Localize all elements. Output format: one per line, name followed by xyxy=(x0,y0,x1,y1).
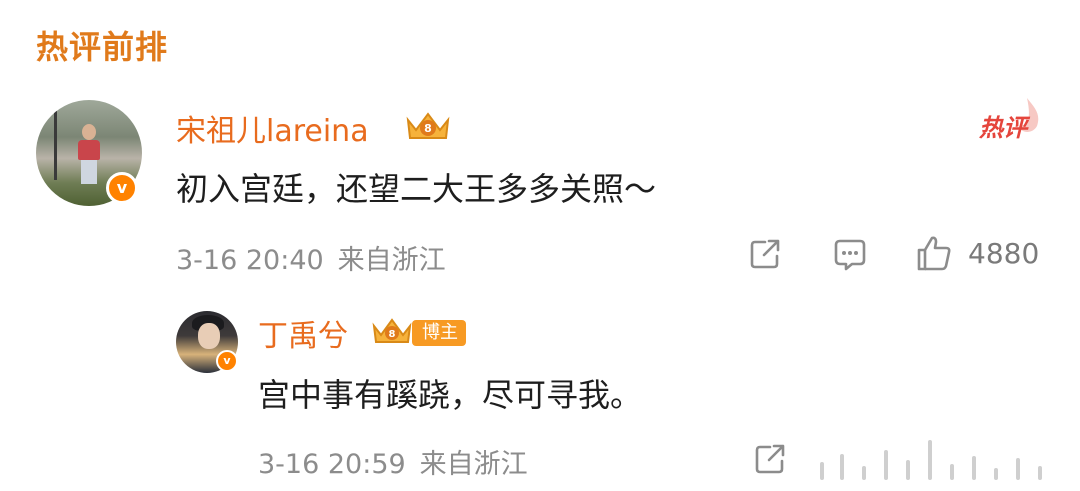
svg-text:8: 8 xyxy=(389,329,396,340)
avatar-photo-figure xyxy=(78,124,100,184)
share-icon[interactable] xyxy=(747,236,783,272)
author-badge: 博主 xyxy=(412,320,466,346)
hot-badge-label: 热评 xyxy=(979,114,1027,142)
section-title: 热评前排 xyxy=(36,28,169,66)
reply-location: 来自浙江 xyxy=(419,449,528,480)
verified-icon: v xyxy=(216,350,238,372)
hot-comment-badge: 热评 xyxy=(975,96,1045,142)
svg-text:8: 8 xyxy=(424,122,432,135)
reply-username[interactable]: 丁禹兮 xyxy=(258,311,348,355)
fan-crown-icon: 8 xyxy=(406,112,450,139)
share-icon[interactable] xyxy=(752,441,788,477)
reply-meta: 3-16 20:59 来自浙江 xyxy=(258,442,528,481)
comment-icon[interactable] xyxy=(832,236,868,272)
comment-meta: 3-16 20:40 来自浙江 xyxy=(176,238,446,277)
comment-location: 来自浙江 xyxy=(337,245,446,276)
avatar-photo-face xyxy=(198,323,220,349)
comment-date: 3-16 20:40 xyxy=(176,245,324,276)
verified-icon: v xyxy=(106,172,138,204)
watermark xyxy=(800,436,1070,486)
like-count: 4880 xyxy=(968,237,1040,270)
comment-username[interactable]: 宋祖儿lareina xyxy=(176,106,369,150)
reply-date: 3-16 20:59 xyxy=(258,449,406,480)
reply-text: 宫中事有蹊跷，尽可寻我。 xyxy=(258,376,643,414)
fan-crown-icon: 8 xyxy=(372,318,412,343)
avatar-photo-detail xyxy=(54,100,57,180)
like-icon[interactable] xyxy=(916,234,952,272)
comment-text: 初入宫廷，还望二大王多多关照～ xyxy=(176,170,657,208)
